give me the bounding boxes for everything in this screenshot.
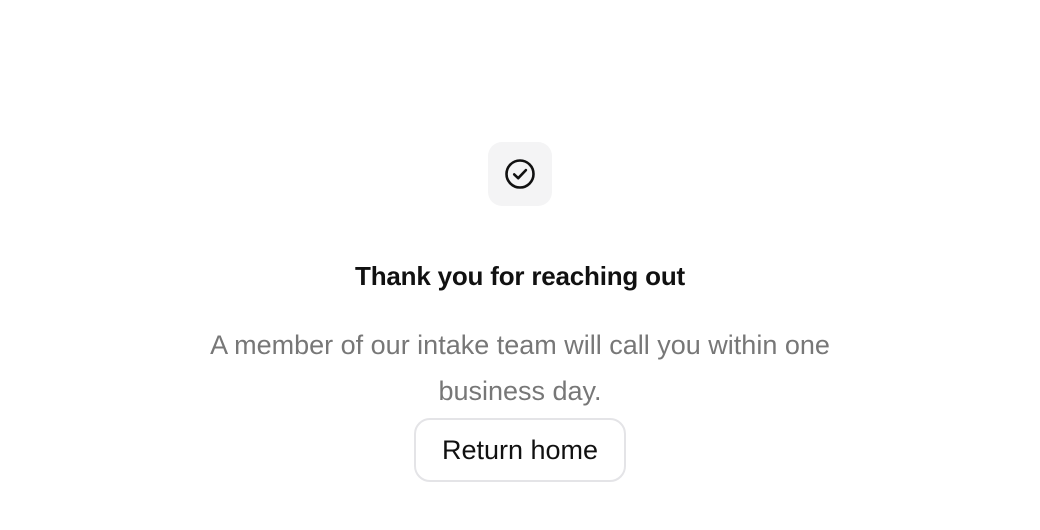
confirmation-title: Thank you for reaching out	[355, 261, 685, 292]
check-circle-icon	[503, 157, 537, 191]
confirmation-message: A member of our intake team will call yo…	[210, 330, 830, 406]
return-home-button[interactable]: Return home	[414, 418, 626, 482]
success-icon-tile	[488, 142, 552, 206]
confirmation-page: Thank you for reaching out A member of o…	[0, 0, 1040, 530]
